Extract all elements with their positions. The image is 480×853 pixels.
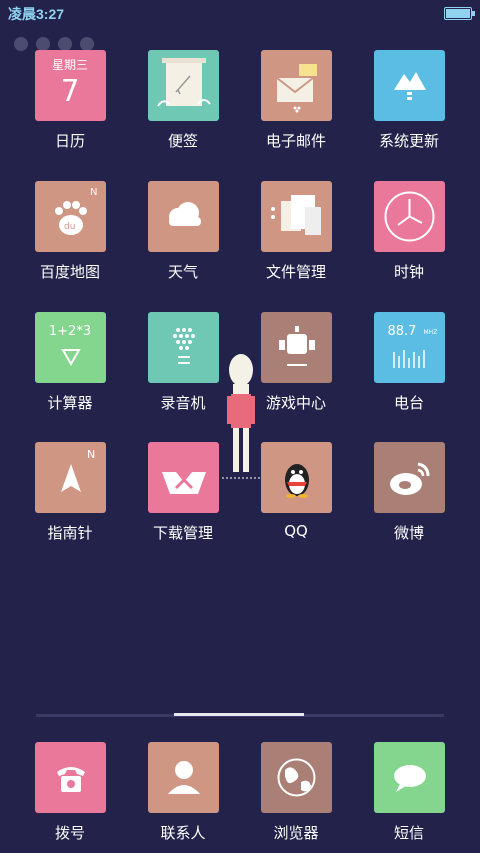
app-label: 下载管理 [152, 524, 213, 542]
battery-icon [444, 7, 475, 20]
app-label: 拨号 [54, 824, 85, 842]
app-label: 微博 [393, 524, 424, 542]
weibo-icon [373, 442, 445, 513]
compass-icon: N [34, 442, 106, 513]
app-label: 便签 [167, 132, 198, 150]
app-label: 系统更新 [378, 132, 439, 150]
calculator-icon: 1+2*3 [34, 312, 106, 383]
gamepad-icon [260, 312, 332, 383]
svg-text:N: N [90, 187, 97, 198]
globe-icon [260, 742, 332, 813]
app-label: 百度地图 [39, 263, 100, 281]
email-icon [260, 50, 332, 121]
status-bar: 凌晨3:27 [0, 0, 480, 26]
app-weather[interactable]: 天气 [133, 181, 233, 282]
app-clock[interactable]: 时钟 [359, 181, 459, 282]
app-email[interactable]: 电子邮件 [246, 50, 346, 151]
baidu-map-icon: N du [34, 181, 106, 252]
message-bubble-icon [373, 742, 445, 813]
app-weibo[interactable]: 微博 [359, 442, 459, 543]
soldier-widget-icon[interactable] [218, 352, 264, 484]
app-calendar[interactable]: 星期三 7 日历 [20, 50, 120, 151]
svg-text:du: du [64, 222, 75, 232]
calendar-weekday: 星期三 [51, 58, 88, 72]
app-baidu-map[interactable]: N du 百度地图 [20, 181, 120, 282]
status-time: 凌晨3:27 [8, 6, 65, 22]
dock-browser[interactable]: 浏览器 [246, 742, 346, 843]
system-update-icon [373, 50, 445, 121]
microphone-icon [147, 312, 219, 383]
app-label: 短信 [393, 824, 424, 842]
clock-icon [373, 181, 445, 252]
dock-dialer[interactable]: 拨号 [20, 742, 120, 843]
contact-person-icon [147, 742, 219, 813]
page-indicator [36, 713, 444, 717]
app-label: 电子邮件 [265, 132, 326, 150]
page-indicator-active [174, 713, 304, 716]
app-label: 计算器 [47, 394, 93, 412]
calendar-icon: 星期三 7 [34, 50, 106, 121]
app-label: 电台 [393, 394, 424, 412]
calendar-date: 7 [60, 74, 80, 109]
download-icon [147, 442, 219, 513]
app-label: QQ [284, 522, 308, 540]
app-label: 日历 [54, 132, 85, 150]
app-label: 联系人 [160, 824, 206, 842]
app-label: 指南针 [47, 524, 93, 542]
app-label: 时钟 [393, 263, 424, 281]
app-radio[interactable]: 88.7 MHZ 电台 [359, 312, 459, 413]
app-compass[interactable]: N 指南针 [20, 442, 120, 543]
app-notes[interactable]: 便签 [133, 50, 233, 151]
app-file-manager[interactable]: 文件管理 [246, 181, 346, 282]
notes-icon [147, 50, 219, 121]
app-calculator[interactable]: 1+2*3 计算器 [20, 312, 120, 413]
dock-contacts[interactable]: 联系人 [133, 742, 233, 843]
app-label: 文件管理 [265, 263, 326, 281]
app-label: 浏览器 [273, 824, 319, 842]
qq-penguin-icon [260, 442, 332, 513]
file-manager-icon [260, 181, 332, 252]
phone-icon [34, 742, 106, 813]
svg-text:N: N [87, 448, 95, 461]
app-system-update[interactable]: 系统更新 [359, 50, 459, 151]
radio-icon: 88.7 MHZ [373, 312, 445, 383]
weather-icon [147, 181, 219, 252]
app-label: 天气 [167, 263, 198, 281]
dock-sms[interactable]: 短信 [359, 742, 459, 843]
